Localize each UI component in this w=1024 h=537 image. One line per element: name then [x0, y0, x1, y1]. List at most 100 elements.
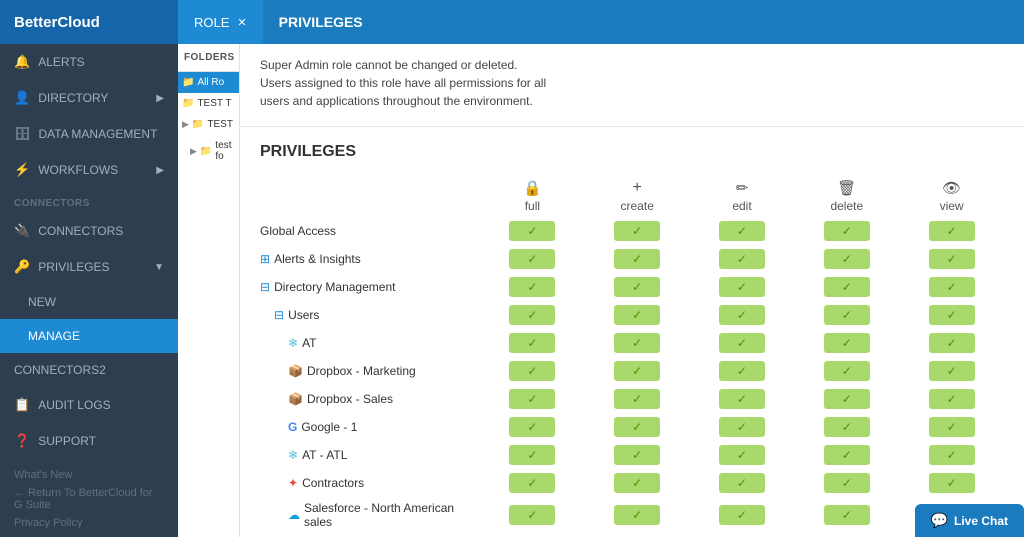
check-green-icon: ✓: [509, 305, 555, 325]
check-green-icon: ✓: [929, 361, 975, 381]
directory-arrow-icon: ▶: [156, 93, 164, 104]
table-row: ❄AT - ATL✓✓✓✓✓: [260, 441, 1004, 469]
check-edit-cell: ✓: [690, 385, 795, 413]
check-view-cell: ✓: [899, 273, 1004, 301]
workflows-icon: ⚡: [14, 162, 30, 178]
check-green-icon: ✓: [509, 221, 555, 241]
sidebar-item-directory-label: DIRECTORY: [38, 91, 108, 105]
dropbox-icon: 📦: [288, 392, 303, 406]
sidebar-item-connectors-label: CONNECTORS: [38, 224, 123, 238]
check-delete-cell: ✓: [794, 413, 899, 441]
sidebar-item-alerts[interactable]: 🔔 ALERTS: [0, 44, 178, 80]
folder-item-testt[interactable]: 📁 TEST T: [178, 93, 239, 114]
check-create-cell: ✓: [585, 217, 690, 245]
sidebar-item-manage[interactable]: MANAGE: [0, 319, 178, 353]
sidebar-item-directory[interactable]: 👤 DIRECTORY ▶: [0, 80, 178, 116]
delete-icon: 🗑: [802, 179, 891, 197]
folder-item-testfo[interactable]: ▶ 📁 test fo: [178, 135, 239, 167]
sidebar-item-support[interactable]: ❓ SUPPORT: [0, 423, 178, 459]
col-header-edit: ✏ edit: [690, 175, 795, 217]
table-row: ✦Employees - APAC✓✓✓✓✓: [260, 533, 1004, 537]
check-edit-cell: ✓: [690, 329, 795, 357]
whats-new-link[interactable]: What's New: [14, 469, 164, 481]
sidebar-item-support-label: SUPPORT: [38, 434, 96, 448]
role-description-box: Super Admin role cannot be changed or de…: [240, 44, 1024, 127]
return-link[interactable]: ← Return To BetterCloud for G Suite: [14, 487, 164, 511]
row-label-cell: GGoogle - 1: [260, 413, 480, 441]
tab-role[interactable]: ROLE ✕: [178, 0, 263, 44]
sidebar-item-audit-logs[interactable]: 📋 AUDIT LOGS: [0, 387, 178, 423]
sidebar-item-workflows[interactable]: ⚡ WORKFLOWS ▶: [0, 152, 178, 188]
connectors-icon: 🔌: [14, 223, 30, 239]
close-tab-icon[interactable]: ✕: [237, 16, 246, 29]
check-green-icon: ✓: [929, 249, 975, 269]
check-full-cell: ✓: [480, 245, 585, 273]
folder-icon: 📁: [182, 98, 194, 109]
collapse-icon[interactable]: ⊟: [274, 308, 284, 322]
folder-item-allro-label: All Ro: [197, 77, 224, 88]
folder-item-allro[interactable]: 📁 All Ro: [178, 72, 239, 93]
expand-icon[interactable]: ⊞: [260, 252, 270, 266]
check-delete-cell: ✓: [794, 497, 899, 533]
check-edit-cell: ✓: [690, 413, 795, 441]
sidebar-item-new[interactable]: NEW: [0, 285, 178, 319]
check-green-icon: ✓: [509, 417, 555, 437]
table-row: ✦Contractors✓✓✓✓✓: [260, 469, 1004, 497]
table-row: ⊞Alerts & Insights✓✓✓✓✓: [260, 245, 1004, 273]
check-green-icon: ✓: [509, 473, 555, 493]
collapse-icon[interactable]: ⊟: [260, 280, 270, 294]
edit-icon: ✏: [698, 179, 787, 197]
check-green-icon: ✓: [929, 473, 975, 493]
live-chat-label: Live Chat: [954, 514, 1008, 528]
content-area: Super Admin role cannot be changed or de…: [240, 44, 1024, 537]
sidebar: 🔔 ALERTS 👤 DIRECTORY ▶ 🗄 DATA MANAGEMENT…: [0, 44, 178, 537]
check-create-cell: ✓: [585, 497, 690, 533]
check-green-icon: ✓: [719, 445, 765, 465]
audit-logs-icon: 📋: [14, 397, 30, 413]
check-green-icon: ✓: [509, 249, 555, 269]
live-chat-button[interactable]: 💬 Live Chat: [915, 504, 1024, 537]
sidebar-item-privileges[interactable]: 🔑 PRIVILEGES ▼: [0, 249, 178, 285]
check-green-icon: ✓: [509, 333, 555, 353]
folder-arrow-icon: ▶: [182, 119, 189, 130]
support-icon: ❓: [14, 433, 30, 449]
alerts-icon: 🔔: [14, 54, 30, 70]
row-label-cell: ☁Salesforce - North American sales: [260, 497, 480, 533]
check-create-cell: ✓: [585, 441, 690, 469]
at-icon: ❄: [288, 448, 298, 462]
check-green-icon: ✓: [824, 445, 870, 465]
row-text: Dropbox - Sales: [307, 392, 393, 406]
workflows-arrow-icon: ▶: [156, 165, 164, 176]
logo: BetterCloud: [14, 14, 100, 31]
check-edit-cell: ✓: [690, 357, 795, 385]
table-row: Global Access✓✓✓✓✓: [260, 217, 1004, 245]
table-row: ❄AT✓✓✓✓✓: [260, 329, 1004, 357]
check-create-cell: ✓: [585, 245, 690, 273]
check-edit-cell: ✓: [690, 533, 795, 537]
folder-arrow-icon: ▶: [190, 146, 197, 157]
sidebar-item-data-management[interactable]: 🗄 DATA MANAGEMENT: [0, 116, 178, 152]
table-row: 📦Dropbox - Sales✓✓✓✓✓: [260, 385, 1004, 413]
check-delete-cell: ✓: [794, 217, 899, 245]
row-label-cell: ✦Employees - APAC: [260, 533, 480, 537]
folder-item-test[interactable]: ▶ 📁 TEST: [178, 114, 239, 135]
sidebar-item-connectors[interactable]: 🔌 CONNECTORS: [0, 213, 178, 249]
privacy-link[interactable]: Privacy Policy: [14, 517, 164, 529]
sidebar-item-privileges-label: PRIVILEGES: [38, 260, 109, 274]
check-edit-cell: ✓: [690, 497, 795, 533]
folder-icon: 📁: [200, 146, 212, 157]
sidebar-item-connectors2[interactable]: CONNECTORS2: [0, 353, 178, 387]
check-full-cell: ✓: [480, 441, 585, 469]
check-green-icon: ✓: [719, 305, 765, 325]
check-green-icon: ✓: [929, 417, 975, 437]
check-green-icon: ✓: [614, 333, 660, 353]
check-delete-cell: ✓: [794, 273, 899, 301]
folders-header: FOLDERS: [178, 44, 239, 72]
table-row: ☁Salesforce - North American sales✓✓✓✓✓: [260, 497, 1004, 533]
tabs-area: ROLE ✕ PRIVILEGES: [178, 0, 379, 44]
check-view-cell: ✓: [899, 301, 1004, 329]
check-full-cell: ✓: [480, 301, 585, 329]
check-green-icon: ✓: [929, 305, 975, 325]
row-text: Alerts & Insights: [274, 252, 361, 266]
table-row: GGoogle - 1✓✓✓✓✓: [260, 413, 1004, 441]
